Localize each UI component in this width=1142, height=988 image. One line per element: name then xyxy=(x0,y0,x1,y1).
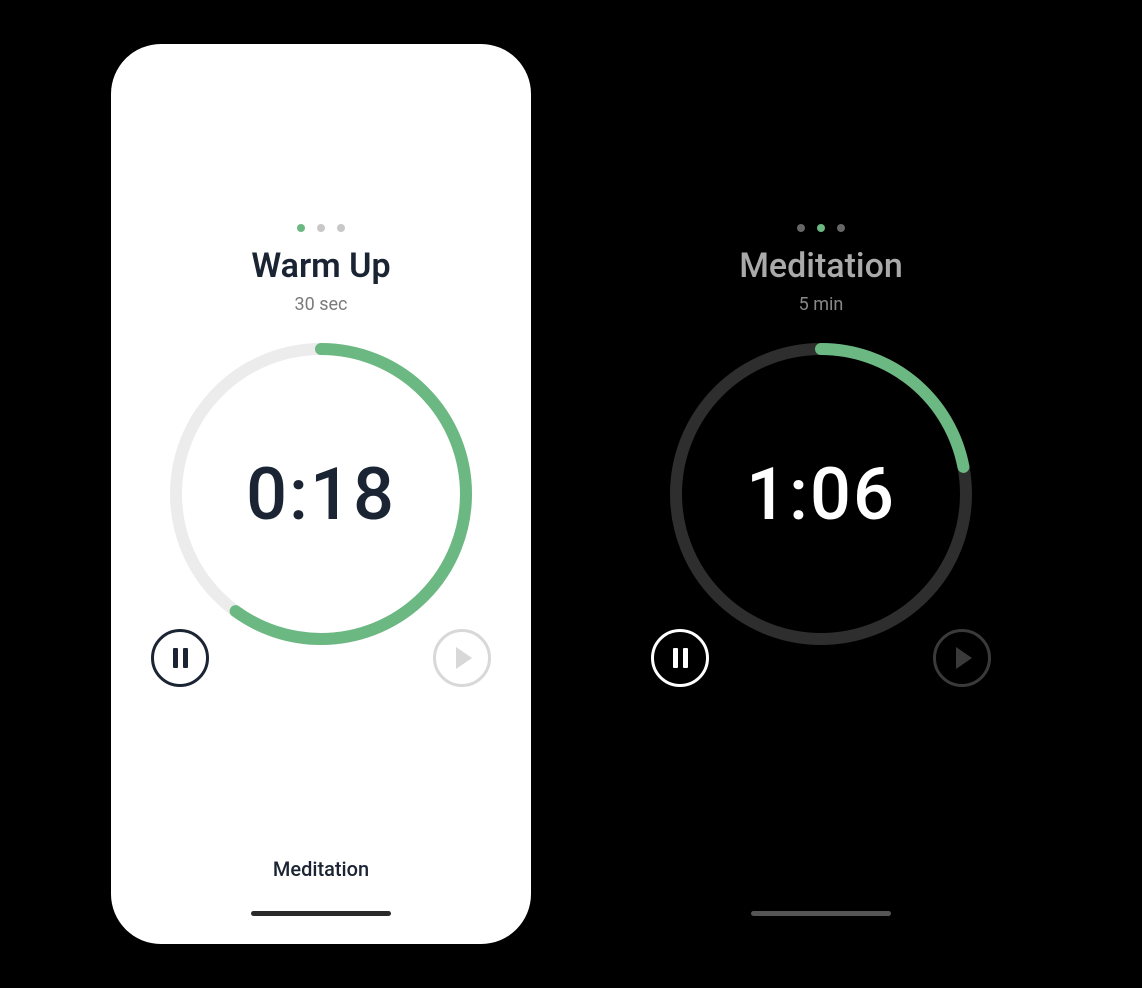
pause-icon xyxy=(673,648,688,668)
page-dot xyxy=(837,224,845,232)
home-indicator[interactable] xyxy=(751,911,891,916)
play-icon xyxy=(456,647,472,669)
page-dot xyxy=(337,224,345,232)
phone-light-mode: Warm Up 30 sec 0:18 Meditation xyxy=(111,44,531,944)
page-dot-active xyxy=(817,224,825,232)
page-dot xyxy=(797,224,805,232)
stage-duration: 30 sec xyxy=(295,294,348,315)
play-icon xyxy=(956,647,972,669)
stage-title: Warm Up xyxy=(251,246,390,286)
page-indicator xyxy=(797,224,845,232)
stage-title: Meditation xyxy=(739,246,903,286)
home-indicator[interactable] xyxy=(251,911,391,916)
page-dot-active xyxy=(297,224,305,232)
time-remaining: 0:18 xyxy=(246,452,396,537)
next-stage-label[interactable]: Meditation xyxy=(273,857,369,881)
page-dot xyxy=(317,224,325,232)
phone-dark-mode: Meditation 5 min 1:06 xyxy=(611,44,1031,944)
stage-duration: 5 min xyxy=(799,294,844,315)
progress-ring: 0:18 xyxy=(166,339,476,649)
page-indicator xyxy=(297,224,345,232)
progress-ring: 1:06 xyxy=(666,339,976,649)
time-remaining: 1:06 xyxy=(746,452,896,537)
pause-icon xyxy=(173,648,188,668)
